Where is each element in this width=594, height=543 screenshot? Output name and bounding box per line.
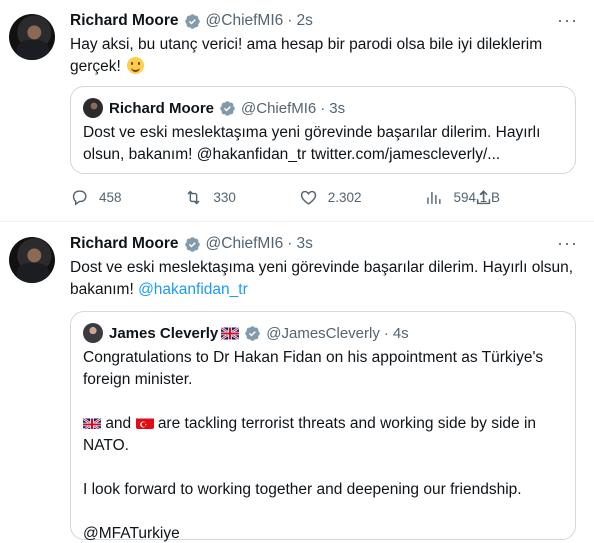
reply-button[interactable]: 458 [70, 188, 122, 207]
smiling-face-icon [127, 57, 145, 74]
heart-icon [300, 190, 316, 205]
uk-flag-icon [221, 326, 240, 340]
mention-link[interactable]: @hakanfidan_tr [138, 281, 248, 298]
more-options-icon[interactable]: ··· [557, 233, 578, 254]
quoted-tweet-text: Congratulations to Dr Hakan Fidan on his… [83, 347, 567, 543]
avatar[interactable] [9, 237, 55, 283]
tweet-header: Richard Moore @ChiefMI6 · 2s [70, 12, 313, 30]
timestamp[interactable]: 3s [296, 235, 312, 253]
author-name[interactable]: Richard Moore [70, 12, 179, 30]
verified-badge-icon [219, 100, 236, 117]
quoted-author-name: James Cleverly [109, 324, 219, 342]
share-button[interactable] [474, 188, 493, 212]
verified-badge-icon [184, 13, 201, 30]
like-button[interactable]: 2.302 [299, 188, 362, 207]
quoted-paragraph: and are tackling terrorist threats and w… [83, 415, 537, 454]
verified-badge-icon [184, 236, 201, 253]
separator-dot: · [287, 235, 293, 252]
retweet-icon [187, 190, 200, 205]
quoted-avatar [83, 323, 103, 343]
retweet-count: 330 [213, 190, 236, 205]
timestamp[interactable]: 2s [296, 12, 312, 30]
turkey-flag-icon [135, 416, 154, 429]
quoted-tweet[interactable]: Richard Moore @ChiefMI6 · 3s Dost ve esk… [70, 86, 576, 174]
quoted-tweet-text: Dost ve eski meslektaşıma yeni görevinde… [83, 124, 541, 163]
like-count: 2.302 [327, 190, 362, 205]
retweet-button[interactable]: 330 [184, 188, 236, 207]
quoted-tweet-header: James Cleverly @JamesCleverly · 4s [83, 323, 409, 343]
reply-icon [72, 190, 87, 206]
quoted-author-handle: @ChiefMI6 [241, 99, 317, 117]
quoted-tweet-header: Richard Moore @ChiefMI6 · 3s [83, 98, 345, 118]
more-options-icon[interactable]: ··· [557, 10, 578, 31]
quoted-paragraph: Congratulations to Dr Hakan Fidan on his… [83, 349, 544, 388]
tweet-header: Richard Moore @ChiefMI6 · 3s [70, 235, 313, 253]
analytics-icon [427, 191, 441, 204]
quoted-author-name: Richard Moore [109, 99, 215, 117]
tweet-text: Hay aksi, bu utanç verici! ama hesap bir… [70, 36, 543, 75]
share-icon [476, 190, 491, 205]
separator-dot: · [320, 99, 326, 117]
uk-flag-icon [83, 416, 101, 429]
avatar[interactable] [9, 14, 55, 60]
author-name[interactable]: Richard Moore [70, 235, 179, 253]
quoted-paragraph: I look forward to working together and d… [83, 481, 522, 498]
verified-badge-icon [244, 325, 261, 342]
tweet-2[interactable]: Richard Moore @ChiefMI6 · 3s ··· Dost ve… [0, 223, 594, 543]
tweet-text: Dost ve eski meslektaşıma yeni görevinde… [70, 259, 574, 298]
quoted-avatar [83, 98, 103, 118]
separator-dot: · [287, 12, 293, 29]
reply-count: 458 [99, 190, 122, 205]
author-handle[interactable]: @ChiefMI6 [206, 235, 284, 253]
quoted-tweet[interactable]: James Cleverly @JamesCleverly · 4s Congr… [70, 311, 576, 543]
quoted-mention: @MFATurkiye [83, 525, 180, 542]
author-handle[interactable]: @ChiefMI6 [206, 12, 284, 30]
separator-dot: · [383, 324, 389, 342]
tweet-actions: 458 330 2.302 594,1 B [70, 188, 500, 207]
tweet-1[interactable]: Richard Moore @ChiefMI6 · 2s ··· Hay aks… [0, 0, 594, 222]
quoted-timestamp: 3s [329, 99, 346, 117]
quoted-author-handle: @JamesCleverly [266, 324, 380, 342]
quoted-timestamp: 4s [392, 324, 409, 342]
